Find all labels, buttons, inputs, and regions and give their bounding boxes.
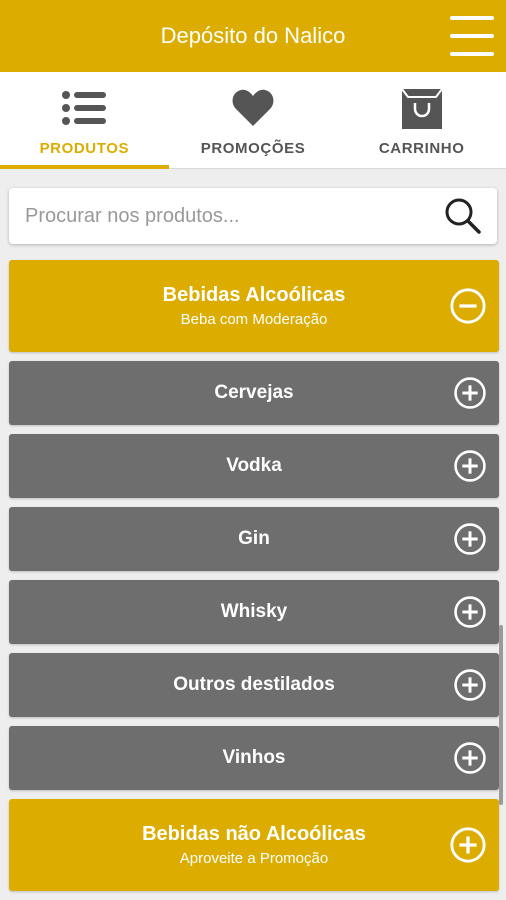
subcategory-title: Vodka — [226, 455, 282, 476]
category-non-alcoholic[interactable]: Bebidas não Alcoólicas Aproveite a Promo… — [9, 799, 499, 891]
list-icon — [61, 84, 107, 132]
subcategory-gin[interactable]: Gin — [9, 507, 499, 571]
subcategory-vodka[interactable]: Vodka — [9, 434, 499, 498]
shopping-bag-icon — [400, 84, 444, 132]
subcategory-title: Whisky — [220, 601, 288, 622]
subcategory-whisky[interactable]: Whisky — [9, 580, 499, 644]
hamburger-menu-icon[interactable] — [450, 16, 494, 56]
tab-label: PROMOÇÕES — [200, 140, 306, 157]
subcategory-title: Cervejas — [214, 382, 294, 403]
heart-icon — [231, 84, 275, 132]
subcategory-title: Gin — [238, 528, 270, 549]
scrollbar[interactable] — [499, 625, 503, 805]
subcategory-vinhos[interactable]: Vinhos — [9, 726, 499, 790]
category-subtitle: Aproveite a Promoção — [179, 850, 329, 867]
tab-produtos[interactable]: PRODUTOS — [0, 72, 169, 169]
plus-circle-icon[interactable] — [453, 741, 487, 775]
tab-label: CARRINHO — [378, 140, 465, 157]
tab-carrinho[interactable]: CARRINHO — [337, 72, 506, 168]
plus-circle-icon[interactable] — [449, 826, 487, 864]
category-title: Bebidas Alcoólicas — [162, 284, 346, 306]
category-title: Bebidas não Alcoólicas — [142, 823, 366, 845]
tab-promocoes[interactable]: PROMOÇÕES — [169, 72, 338, 168]
search-bar — [9, 188, 497, 244]
subcategory-title: Outros destilados — [173, 674, 335, 695]
app-header: Depósito do Nalico — [0, 0, 506, 72]
category-alcoholic[interactable]: Bebidas Alcoólicas Beba com Moderação — [9, 260, 499, 352]
plus-circle-icon[interactable] — [453, 595, 487, 629]
search-icon[interactable] — [439, 192, 487, 240]
app-title: Depósito do Nalico — [160, 23, 346, 48]
category-subtitle: Beba com Moderação — [180, 311, 328, 328]
tab-bar: PRODUTOS PROMOÇÕES CARRINHO — [0, 72, 506, 169]
subcategory-title: Vinhos — [222, 747, 286, 768]
plus-circle-icon[interactable] — [453, 376, 487, 410]
plus-circle-icon[interactable] — [453, 522, 487, 556]
plus-circle-icon[interactable] — [453, 668, 487, 702]
plus-circle-icon[interactable] — [453, 449, 487, 483]
minus-circle-icon[interactable] — [449, 287, 487, 325]
subcategory-cervejas[interactable]: Cervejas — [9, 361, 499, 425]
tab-label: PRODUTOS — [39, 140, 130, 157]
search-input[interactable] — [23, 203, 439, 229]
subcategory-outros-destilados[interactable]: Outros destilados — [9, 653, 499, 717]
category-list: Bebidas Alcoólicas Beba com Moderação Ce… — [9, 260, 499, 900]
